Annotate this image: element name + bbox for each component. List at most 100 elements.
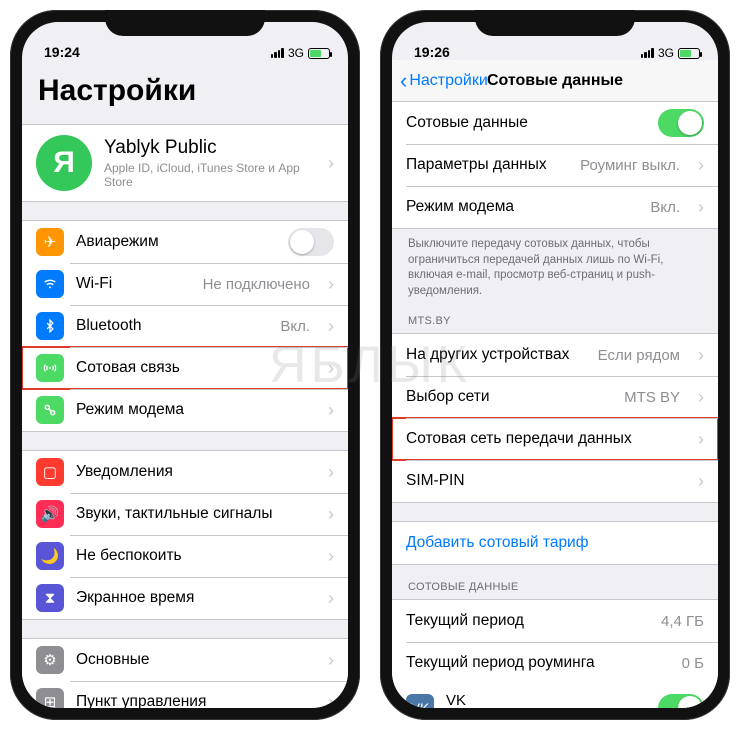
app-usage-vk[interactable]: VK VK 2,1 ГБ [392, 684, 718, 708]
gear-icon: ⚙ [36, 646, 64, 674]
chevron-right-icon: › [698, 197, 704, 218]
chevron-right-icon: › [698, 345, 704, 366]
row-screentime[interactable]: ⧗ Экранное время › [22, 577, 348, 619]
row-add-plan[interactable]: Добавить сотовый тариф [392, 522, 718, 564]
chevron-right-icon: › [698, 387, 704, 408]
label: На других устройствах [406, 346, 586, 364]
label: Уведомления [76, 463, 310, 481]
nav-title: Сотовые данные [487, 72, 623, 90]
vk-switch[interactable] [658, 694, 704, 708]
app-name: VK [446, 692, 646, 708]
label: Режим модема [406, 198, 638, 216]
nav-bar: ‹ Настройки Сотовые данные [392, 60, 718, 102]
usage-header: СОТОВЫЕ ДАННЫЕ [392, 565, 718, 599]
row-sounds[interactable]: 🔊 Звуки, тактильные сигналы › [22, 493, 348, 535]
notch [105, 10, 265, 36]
battery-icon [678, 48, 700, 59]
back-label: Настройки [409, 72, 487, 90]
row-network-select[interactable]: Выбор сети MTS BY › [392, 376, 718, 418]
chevron-right-icon: › [328, 546, 334, 567]
row-bluetooth[interactable]: Bluetooth Вкл. › [22, 305, 348, 347]
row-roaming-period[interactable]: Текущий период роуминга 0 Б [392, 642, 718, 684]
bluetooth-icon [36, 312, 64, 340]
airplane-switch[interactable] [288, 228, 334, 256]
cellular-data-switch[interactable] [658, 109, 704, 137]
dnd-icon: 🌙 [36, 542, 64, 570]
value: Если рядом [598, 347, 680, 364]
value: Вкл. [280, 318, 310, 335]
row-cellular-data[interactable]: Сотовые данные [392, 102, 718, 144]
value: 4,4 ГБ [661, 613, 704, 630]
wifi-icon [36, 270, 64, 298]
carrier-header: MTS.BY [392, 299, 718, 333]
signal-icon [271, 48, 284, 58]
label: Пункт управления [76, 693, 310, 708]
label: Wi-Fi [76, 275, 191, 293]
signal-icon [641, 48, 654, 58]
network-type: 3G [658, 46, 674, 60]
network-type: 3G [288, 46, 304, 60]
row-dnd[interactable]: 🌙 Не беспокоить › [22, 535, 348, 577]
label: Основные [76, 651, 310, 669]
notch [475, 10, 635, 36]
row-airplane[interactable]: ✈ Авиарежим [22, 221, 348, 263]
label: SIM-PIN [406, 472, 680, 490]
row-current-period[interactable]: Текущий период 4,4 ГБ [392, 600, 718, 642]
value: Роуминг выкл. [580, 157, 680, 174]
label: Авиарежим [76, 233, 276, 251]
chevron-right-icon: › [328, 588, 334, 609]
value: MTS BY [624, 389, 680, 406]
chevron-right-icon: › [328, 692, 334, 709]
hotspot-icon [36, 396, 64, 424]
row-cellular-apn[interactable]: Сотовая сеть передачи данных › [392, 418, 718, 460]
label: Параметры данных [406, 156, 568, 174]
label: Добавить сотовый тариф [406, 534, 704, 552]
row-notifications[interactable]: ▢ Уведомления › [22, 451, 348, 493]
row-cellular[interactable]: Сотовая связь › [22, 347, 348, 389]
label: Сотовые данные [406, 114, 646, 132]
value: Не подключено [203, 276, 310, 293]
row-other-devices[interactable]: На других устройствах Если рядом › [392, 334, 718, 376]
chevron-right-icon: › [328, 316, 334, 337]
chevron-right-icon: › [328, 462, 334, 483]
status-time: 19:24 [44, 44, 80, 60]
label: Сотовая сеть передачи данных [406, 430, 680, 448]
row-hotspot[interactable]: Режим модема › [22, 389, 348, 431]
label: Bluetooth [76, 317, 268, 335]
profile-sub: Apple ID, iCloud, iTunes Store и App Sto… [104, 161, 310, 189]
status-time: 19:26 [414, 44, 450, 60]
label: Режим модема [76, 401, 310, 419]
row-control-center[interactable]: ⊞ Пункт управления › [22, 681, 348, 708]
screentime-icon: ⧗ [36, 584, 64, 612]
label: Выбор сети [406, 388, 612, 406]
back-button[interactable]: ‹ Настройки [400, 70, 488, 92]
airplane-icon: ✈ [36, 228, 64, 256]
chevron-right-icon: › [698, 429, 704, 450]
label: Текущий период [406, 612, 649, 630]
row-wifi[interactable]: Wi-Fi Не подключено › [22, 263, 348, 305]
value: 0 Б [682, 655, 704, 672]
row-general[interactable]: ⚙ Основные › [22, 639, 348, 681]
notifications-icon: ▢ [36, 458, 64, 486]
battery-icon [308, 48, 330, 59]
sounds-icon: 🔊 [36, 500, 64, 528]
row-data-options[interactable]: Параметры данных Роуминг выкл. › [392, 144, 718, 186]
avatar: Я [36, 135, 92, 191]
vk-icon: VK [406, 694, 434, 708]
label: Сотовая связь [76, 359, 310, 377]
label: Экранное время [76, 589, 310, 607]
row-sim-pin[interactable]: SIM-PIN › [392, 460, 718, 502]
chevron-right-icon: › [328, 153, 334, 174]
page-title: Настройки [22, 60, 348, 118]
chevron-right-icon: › [698, 155, 704, 176]
chevron-right-icon: › [328, 504, 334, 525]
value: Вкл. [650, 199, 680, 216]
label: Звуки, тактильные сигналы [76, 505, 310, 523]
chevron-right-icon: › [698, 471, 704, 492]
chevron-right-icon: › [328, 400, 334, 421]
profile-name: Yablyk Public [104, 137, 310, 159]
label: Текущий период роуминга [406, 654, 670, 672]
apple-id-cell[interactable]: Я Yablyk Public Apple ID, iCloud, iTunes… [22, 125, 348, 201]
row-hotspot[interactable]: Режим модема Вкл. › [392, 186, 718, 228]
chevron-right-icon: › [328, 274, 334, 295]
